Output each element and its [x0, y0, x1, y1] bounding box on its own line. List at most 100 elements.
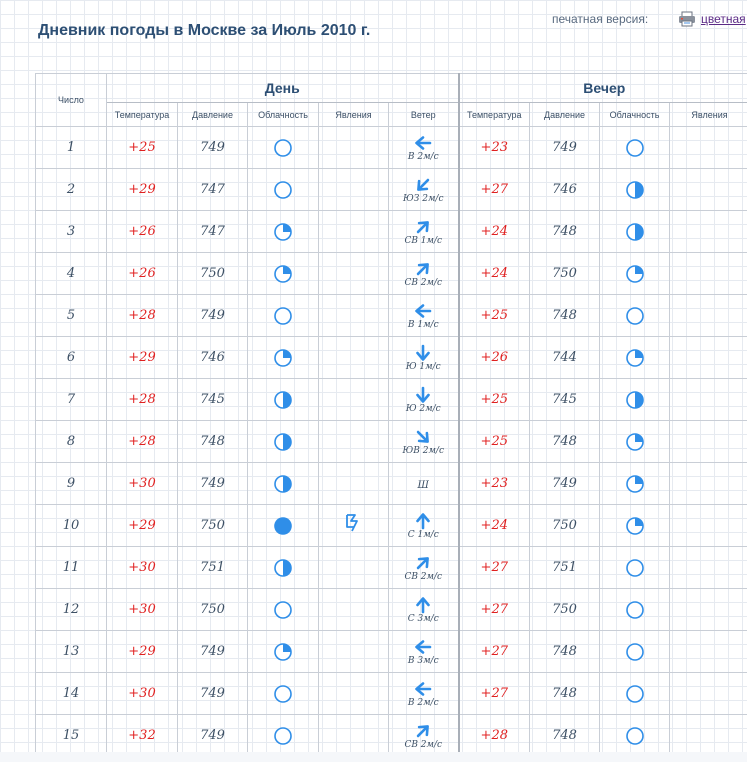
evening-temperature: +25	[457, 294, 531, 337]
day-pressure: 747	[177, 168, 248, 211]
date-cell: 15	[35, 714, 107, 757]
evening-temp-header: Температура	[457, 102, 531, 127]
evening-pressure: 751	[529, 546, 601, 589]
cloud-quarter-icon	[248, 642, 318, 662]
evening-phenomena	[669, 462, 747, 505]
cloud-clear-icon	[248, 684, 318, 704]
wind-label: В 2м/с	[407, 151, 439, 162]
wind-label: СВ 2м/с	[404, 739, 443, 750]
cloud-quarter-icon	[600, 516, 669, 536]
evening-phenomena	[669, 168, 747, 211]
day-pressure: 746	[177, 336, 248, 379]
evening-pressure: 749	[529, 462, 601, 505]
day-phenomena	[318, 378, 389, 421]
day-phenomena	[318, 504, 389, 547]
cloud-half-icon	[248, 474, 318, 494]
evening-temperature: +24	[457, 504, 531, 547]
day-temperature: +25	[106, 126, 178, 169]
wind-arrow-icon	[389, 554, 458, 572]
day-phenomena	[318, 546, 389, 589]
evening-temperature: +27	[457, 588, 531, 631]
wind-label: В 1м/с	[407, 319, 439, 330]
table-row: 15 +32 749 СВ 2м/с +28 748	[35, 714, 747, 757]
wind-label: СВ 2м/с	[404, 571, 443, 582]
day-wind: В 2м/с	[387, 126, 460, 169]
day-phenomena	[318, 126, 389, 169]
wind-arrow-icon	[389, 596, 458, 614]
evening-pressure: 748	[529, 420, 601, 463]
day-phenomena	[318, 252, 389, 295]
day-phenomena	[318, 672, 389, 715]
day-temperature: +29	[106, 168, 178, 211]
day-pressure: 749	[177, 126, 248, 169]
evening-pressure: 748	[529, 630, 601, 673]
evening-phenomena	[669, 378, 747, 421]
evening-pressure: 748	[529, 210, 601, 253]
day-temperature: +32	[106, 714, 178, 757]
day-phenomena	[318, 168, 389, 211]
day-temperature: +26	[106, 210, 178, 253]
evening-phenomena	[669, 630, 747, 673]
table-row: 1 +25 749 В 2м/с +23 749	[35, 126, 747, 169]
day-temperature: +30	[106, 546, 178, 589]
day-pressure: 749	[177, 630, 248, 673]
page-title: Дневник погоды в Москве за Июль 2010 г.	[38, 22, 371, 39]
cloud-half-icon	[600, 222, 669, 242]
day-wind: Ю 2м/с	[387, 378, 460, 421]
cloud-clear-icon	[600, 306, 669, 326]
table-row: 5 +28 749 В 1м/с +25 748	[35, 294, 747, 337]
wind-label: С 3м/с	[407, 613, 439, 624]
cloud-quarter-icon	[600, 432, 669, 452]
day-pressure-header: Давление	[177, 102, 248, 127]
color-version-link[interactable]: цветная	[701, 12, 746, 26]
evening-phenomena	[669, 672, 747, 715]
day-temperature: +26	[106, 252, 178, 295]
date-cell: 13	[35, 630, 107, 673]
day-wind: С 3м/с	[387, 588, 460, 631]
date-cell: 2	[35, 168, 107, 211]
evening-temperature: +27	[457, 168, 531, 211]
table-row: 9 +30 749 Ш +23 749	[35, 462, 747, 505]
wind-arrow-icon	[389, 428, 458, 446]
printer-icon[interactable]	[678, 11, 696, 27]
cloud-clear-icon	[600, 138, 669, 158]
wind-arrow-icon	[389, 344, 458, 362]
table-row: 11 +30 751 СВ 2м/с +27 751	[35, 546, 747, 589]
evening-temperature: +24	[457, 252, 531, 295]
wind-label: С 1м/с	[407, 529, 439, 540]
cloud-half-icon	[600, 390, 669, 410]
cloud-clear-icon	[248, 306, 318, 326]
evening-pressure: 748	[529, 294, 601, 337]
evening-temperature: +25	[457, 420, 531, 463]
evening-group-header: Вечер	[457, 73, 747, 103]
cloud-half-icon	[248, 390, 318, 410]
bottom-edge	[0, 752, 747, 762]
cloud-half-icon	[248, 432, 318, 452]
day-phenomena-header: Явления	[318, 102, 389, 127]
wind-arrow-icon	[389, 680, 458, 698]
cloud-clear-icon	[248, 726, 318, 746]
date-cell: 5	[35, 294, 107, 337]
cloud-half-icon	[248, 558, 318, 578]
print-version-label: печатная версия:	[552, 12, 649, 26]
day-temperature: +28	[106, 294, 178, 337]
day-temperature: +29	[106, 630, 178, 673]
day-wind: В 1м/с	[387, 294, 460, 337]
wind-arrow-icon	[389, 176, 458, 194]
cloud-clear-icon	[600, 600, 669, 620]
cloud-clear-icon	[248, 180, 318, 200]
day-wind-header: Ветер	[387, 102, 460, 127]
date-cell: 7	[35, 378, 107, 421]
evening-temperature: +26	[457, 336, 531, 379]
wind-label: В 2м/с	[407, 697, 439, 708]
wind-arrow-icon	[389, 386, 458, 404]
evening-pressure: 750	[529, 252, 601, 295]
evening-temperature: +24	[457, 210, 531, 253]
evening-pressure: 750	[529, 504, 601, 547]
day-wind: ЮЗ 2м/с	[387, 168, 460, 211]
table-row: 10 +29 750 С 1м/с +24 750	[35, 504, 747, 547]
wind-arrow-icon	[389, 302, 458, 320]
cloud-quarter-icon	[600, 264, 669, 284]
day-pressure: 750	[177, 504, 248, 547]
date-cell: 12	[35, 588, 107, 631]
